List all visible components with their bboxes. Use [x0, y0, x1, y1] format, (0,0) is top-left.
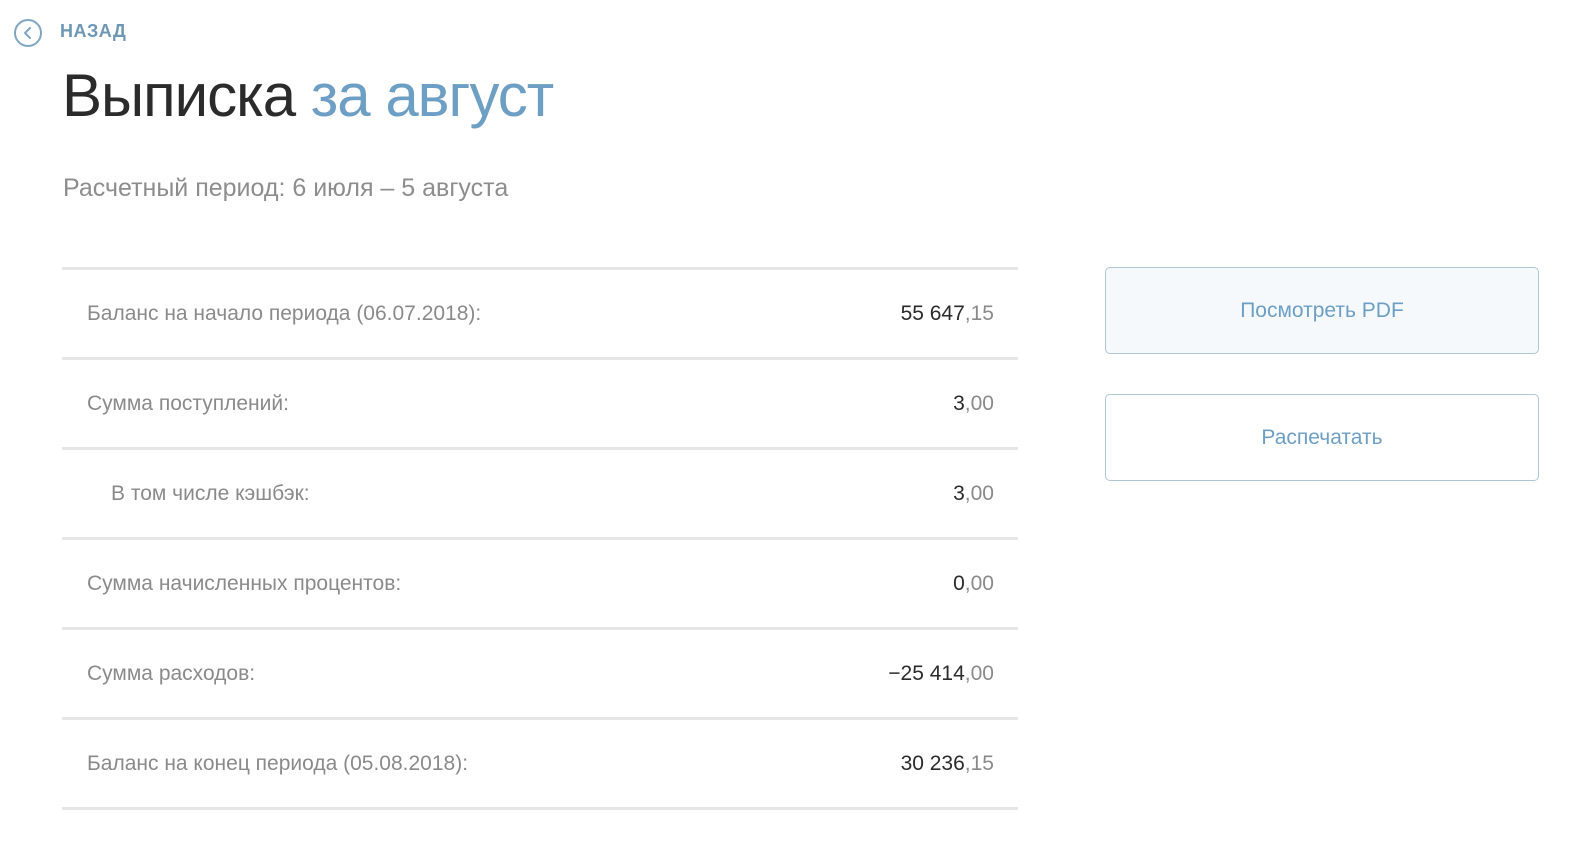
statement-row-opening-balance: Баланс на начало периода (06.07.2018): 5…: [62, 270, 1018, 360]
row-value: 30 236,15: [901, 752, 994, 776]
value-fraction: ,15: [964, 751, 994, 775]
view-pdf-button[interactable]: Посмотреть PDF: [1105, 267, 1539, 354]
value-integer: 0: [953, 571, 965, 595]
row-label: В том числе кэшбэк:: [111, 481, 310, 505]
back-link[interactable]: НАЗАД: [14, 19, 126, 47]
row-value: −25 414,00: [888, 662, 994, 686]
row-label: Сумма расходов:: [87, 661, 256, 685]
value-integer: −25 414: [888, 661, 965, 685]
value-fraction: ,00: [964, 391, 994, 415]
row-value: 3,00: [953, 482, 994, 506]
page-title-main: Выписка: [62, 62, 296, 129]
value-integer: 55 647: [900, 301, 965, 325]
row-label: Сумма начисленных процентов:: [87, 571, 402, 595]
statement-row-expenses: Сумма расходов: −25 414,00: [62, 630, 1018, 720]
value-fraction: ,00: [964, 571, 994, 595]
chevron-left-circle-icon[interactable]: [14, 19, 42, 47]
statement-table: Баланс на начало периода (06.07.2018): 5…: [62, 267, 1018, 810]
statement-row-closing-balance: Баланс на конец периода (05.08.2018): 30…: [62, 720, 1018, 810]
value-integer: 3: [953, 481, 965, 505]
row-value: 55 647,15: [901, 302, 994, 326]
statement-row-cashback: В том числе кэшбэк: 3,00: [62, 450, 1018, 540]
page-title: Выписка за август: [62, 58, 554, 134]
value-fraction: ,00: [964, 661, 994, 685]
billing-period: Расчетный период: 6 июля – 5 августа: [63, 174, 509, 202]
row-value: 0,00: [953, 572, 994, 596]
row-label: Сумма поступлений:: [87, 391, 289, 415]
statement-row-income: Сумма поступлений: 3,00: [62, 360, 1018, 450]
statement-row-interest: Сумма начисленных процентов: 0,00: [62, 540, 1018, 630]
row-value: 3,00: [953, 392, 994, 416]
value-fraction: ,00: [964, 481, 994, 505]
row-label: Баланс на начало периода (06.07.2018):: [87, 301, 482, 325]
page-title-month: за август: [310, 62, 554, 129]
print-button[interactable]: Распечатать: [1105, 394, 1539, 481]
value-integer: 3: [953, 391, 965, 415]
chevron-left-icon: [24, 27, 31, 39]
value-fraction: ,15: [964, 301, 994, 325]
back-label[interactable]: НАЗАД: [60, 21, 126, 42]
row-label: Баланс на конец периода (05.08.2018):: [87, 751, 469, 775]
value-integer: 30 236: [900, 751, 965, 775]
